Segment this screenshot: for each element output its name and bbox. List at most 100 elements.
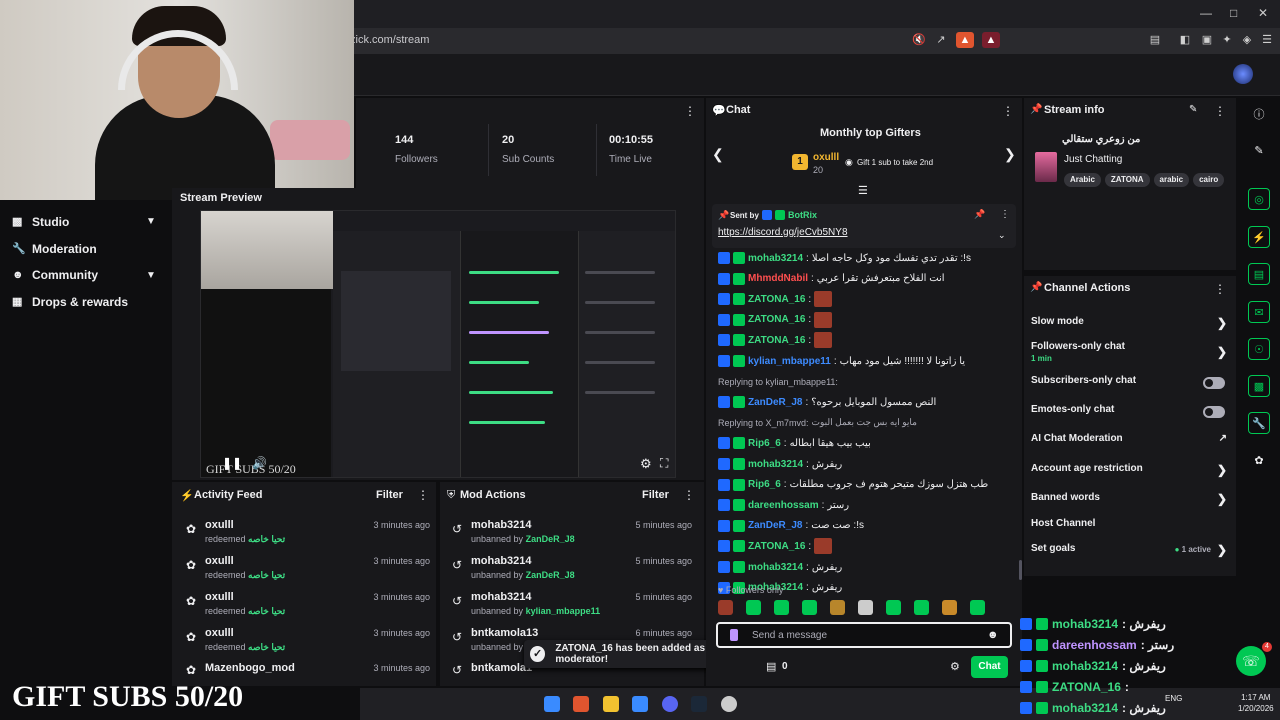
lightning-icon[interactable]: ⚡ (1248, 226, 1270, 248)
reader-icon[interactable]: ▤ (1146, 32, 1164, 48)
fullscreen-icon[interactable]: ⛶ (660, 456, 668, 471)
chat-message[interactable]: ZanDeR_J8: النص ممسول الموبايل برحوه؟ (718, 393, 1018, 411)
top-gifter-name[interactable]: oxulll (813, 152, 839, 163)
chevron-down-icon[interactable]: ▼ (146, 270, 156, 281)
emote-icon[interactable] (914, 600, 929, 615)
chat-reply-line[interactable]: Replying to kylian_mbappe11: (718, 373, 1018, 391)
user-avatar[interactable] (1233, 64, 1253, 84)
support-chat-icon[interactable]: ☏ (1236, 646, 1266, 676)
emote-icon[interactable] (970, 600, 985, 615)
rewards-icon[interactable]: ▲ (982, 32, 1000, 48)
chat-send-button[interactable]: Chat (971, 656, 1008, 678)
subscribers-only-toggle[interactable] (1203, 377, 1225, 389)
pinned-menu-icon[interactable]: ⋮ (1000, 209, 1010, 220)
volume-icon[interactable]: 🔊 (252, 456, 267, 470)
list-item[interactable]: ↺ mohab3214 unbanned by ZanDeR_J8 5 minut… (450, 554, 692, 588)
emote-icon[interactable] (830, 600, 845, 615)
chat-scrollbar[interactable] (1019, 560, 1022, 580)
category-name[interactable]: Just Chatting (1064, 154, 1122, 165)
chat-username[interactable]: Rip6_6 (748, 438, 781, 449)
action-account-age[interactable]: Account age restriction ❯ (1031, 463, 1227, 479)
edit-icon[interactable]: ✎ (1248, 140, 1270, 162)
leo-icon[interactable]: ✦ (1218, 32, 1236, 48)
info-menu-icon[interactable]: ⋮ (1214, 104, 1226, 118)
emoji-icon[interactable]: ☻ (987, 629, 999, 641)
sidebar-item-studio[interactable]: ▩ Studio (12, 212, 69, 232)
windows-start-icon[interactable] (544, 696, 560, 712)
chat-username[interactable]: kylian_mbappe11 (748, 356, 831, 367)
chat-message[interactable]: ZATONA_16: (718, 290, 1018, 308)
category-thumbnail[interactable] (1035, 152, 1057, 182)
emote-icon[interactable] (942, 600, 957, 615)
minimize-icon[interactable]: — (1200, 6, 1212, 20)
mod-filter-button[interactable]: Filter (642, 489, 669, 501)
settings-icon[interactable]: ⚙ (640, 456, 652, 472)
broadcast-icon[interactable]: ☉ (1248, 338, 1270, 360)
tag[interactable]: ZATONA (1104, 173, 1150, 187)
chat-message[interactable]: kylian_mbappe11: يا زاتونا لا !!!!!!! شيل… (718, 352, 1018, 370)
chat-message[interactable]: mohab3214: ريفرش (718, 455, 1018, 473)
chat-username[interactable]: ZanDeR_J8 (748, 397, 802, 408)
activity-menu-icon[interactable]: ⋮ (417, 488, 429, 502)
chat-message[interactable]: ZanDeR_J8: صت صت :!s (718, 517, 1018, 535)
sidebar-item-drops-rewards[interactable]: ▦ Drops & rewards (12, 292, 128, 312)
layout-icon[interactable]: ▩ (1248, 375, 1270, 397)
list-item[interactable]: ↺ mohab3214 unbanned by ZanDeR_J8 5 minut… (450, 518, 692, 552)
tray-lang[interactable]: ENG (1165, 694, 1182, 703)
emote-icon[interactable] (802, 600, 817, 615)
pin-icon[interactable]: 📌 (974, 209, 985, 220)
wallet-icon[interactable]: ▣ (1198, 32, 1216, 48)
menu-icon[interactable]: ☰ (1258, 32, 1276, 48)
pinned-sender[interactable]: BotRix (788, 210, 817, 220)
chat-username[interactable]: MhmddNabil (748, 273, 808, 284)
chat-message[interactable]: dareenhossam: رستر (718, 496, 1018, 514)
chat-username[interactable]: mohab3214 (748, 562, 803, 573)
maximize-icon[interactable]: □ (1230, 6, 1237, 20)
list-item[interactable]: ✿ oxulll redeemed تحيا خاصه 3 minutes ago (184, 518, 430, 552)
url-text[interactable]: zick.com/stream (350, 34, 429, 46)
chevron-left-icon[interactable]: ❮ (712, 146, 724, 163)
chevron-right-icon[interactable]: ❯ (1004, 146, 1016, 163)
actions-menu-icon[interactable]: ⋮ (1214, 282, 1226, 296)
chat-message[interactable]: mohab3214: ريفرش (718, 558, 1018, 576)
chevron-down-icon[interactable]: ⌄ (998, 230, 1006, 241)
emote-icon[interactable] (886, 600, 901, 615)
chat-username[interactable]: mohab3214 (748, 459, 803, 470)
sidebar-toggle-icon[interactable]: ◧ (1176, 32, 1194, 48)
chat-username[interactable]: dareenhossam (748, 500, 819, 511)
emote-icon[interactable] (858, 600, 873, 615)
chat-input-placeholder[interactable]: Send a message (752, 630, 827, 641)
list-item[interactable]: ✿ oxulll redeemed تحيا خاصه 3 minutes ago (184, 626, 430, 660)
chat-username[interactable]: ZATONA_16 (748, 314, 805, 325)
chevron-down-icon[interactable]: ▼ (146, 216, 156, 227)
brave-shield-icon[interactable]: ▲ (956, 32, 974, 48)
action-emotes-only[interactable]: Emotes-only chat (1031, 404, 1227, 420)
vpn-icon[interactable]: ◈ (1238, 32, 1256, 48)
chat-username[interactable]: ZanDeR_J8 (748, 520, 802, 531)
close-icon[interactable]: ✕ (1258, 6, 1268, 20)
action-set-goals[interactable]: Set goals ● 1 active ❯ (1031, 543, 1227, 559)
sidebar-item-moderation[interactable]: 🔧 Moderation (12, 239, 97, 259)
action-banned-words[interactable]: Banned words ❯ (1031, 492, 1227, 508)
tag[interactable]: arabic (1153, 173, 1190, 187)
action-host-channel[interactable]: Host Channel (1031, 518, 1227, 534)
info-icon[interactable]: ⓘ (1248, 104, 1270, 126)
list-item[interactable]: ✿ oxulll redeemed تحيا خاصه 3 minutes ago (184, 590, 430, 624)
stream-preview-video[interactable] (200, 210, 676, 478)
action-slow-mode[interactable]: Slow mode ❯ (1031, 316, 1227, 332)
chat-menu-icon[interactable]: ⋮ (1002, 104, 1014, 118)
action-followers-only[interactable]: Followers-only chat 1 min ❯ (1031, 341, 1227, 363)
chat-username[interactable]: Rip6_6 (748, 479, 781, 490)
community-icon[interactable]: ✿ (1248, 450, 1270, 472)
chat-username[interactable]: mohab3214 (748, 253, 803, 264)
pause-icon[interactable]: ❚❚ (222, 456, 242, 470)
chat-message[interactable]: Rip6_6: بيب بيب هيقا ابطاله (718, 434, 1018, 452)
tag[interactable]: cairo (1193, 173, 1225, 187)
store-icon[interactable] (632, 696, 648, 712)
action-subscribers-only[interactable]: Subscribers-only chat (1031, 375, 1227, 391)
collapse-icon[interactable]: ☰ (858, 184, 868, 197)
obs-icon[interactable] (721, 696, 737, 712)
file-explorer-icon[interactable] (603, 696, 619, 712)
chat-username[interactable]: ZATONA_16 (748, 294, 805, 305)
chat-message[interactable]: mohab3214: تقدر تدي تفسك مود وكل حاجه اصل… (718, 249, 1018, 267)
